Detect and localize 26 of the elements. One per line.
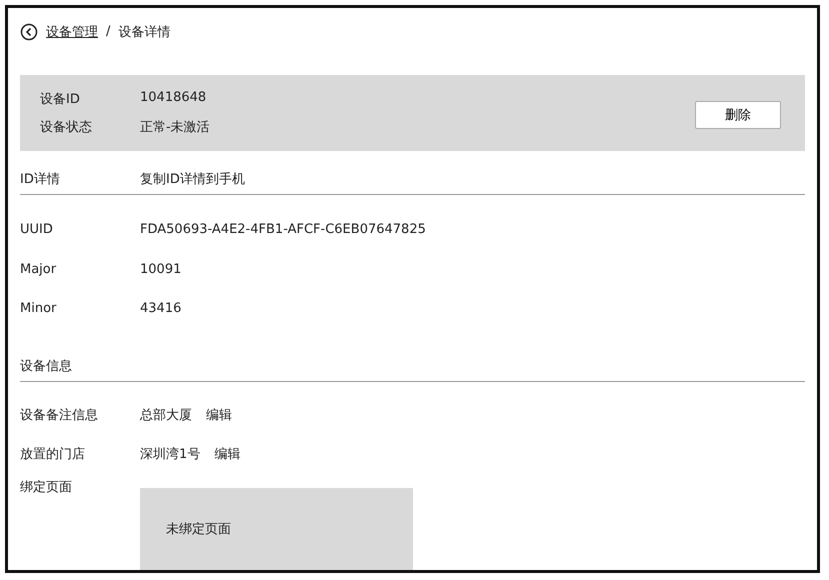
edit-link[interactable]: 编辑 [206,406,232,424]
edit-link[interactable]: 编辑 [214,445,240,464]
field-label: Minor [20,300,58,316]
field-label: 设备ID [40,90,81,108]
section-title: 设备信息 [20,358,73,375]
field-value: FDA50693-A4E2-4FB1-AFCF-C6EB07647825 [140,222,427,238]
copy-link[interactable]: 复制ID详情到手机 [140,170,805,188]
breadcrumb-link[interactable]: 设备管理 [46,22,98,41]
section-title: ID详情 [20,170,61,188]
field-value: 总部大厦 [140,407,192,424]
breadcrumb-separator: / [106,24,110,40]
field-value: 10418648 [140,90,208,107]
field-label: 绑定页面 [20,479,73,497]
bound-page-box: 未绑定页面 [140,488,413,570]
field-value: 43416 [140,300,182,316]
field-label: Major [20,262,58,277]
field-label: 设备状态 [40,118,93,136]
field-label: UUID [20,222,54,238]
back-icon[interactable] [20,22,38,41]
field-value: 正常-未激活 [140,118,210,136]
field-value: 深圳湾1号 [140,446,200,464]
field-label: 放置的门店 [20,446,86,464]
field-value: 10091 [140,262,182,277]
delete-button[interactable]: 删除 [695,100,781,129]
page-title: 设备详情 [118,24,170,41]
field-label: 设备备注信息 [20,407,99,424]
